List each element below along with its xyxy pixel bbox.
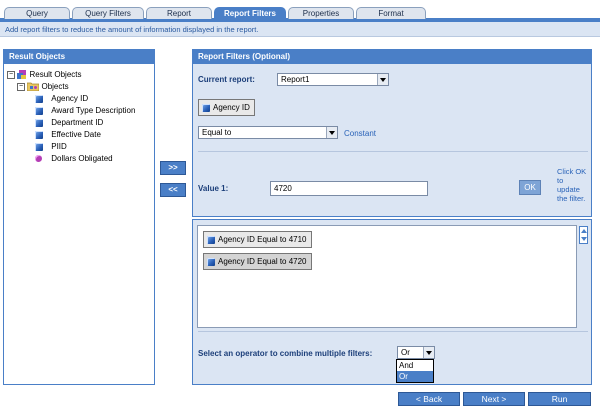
dimension-cube-icon — [35, 142, 43, 151]
collapse-icon[interactable]: − — [17, 82, 25, 91]
dimension-cube-icon — [207, 257, 215, 266]
dimension-cube-icon — [35, 130, 43, 139]
move-down-icon[interactable] — [581, 237, 587, 241]
divider — [198, 331, 588, 332]
filter-item-selected[interactable]: Agency ID Equal to 4720 — [203, 253, 312, 270]
remove-filter-button[interactable]: << — [160, 183, 186, 197]
add-filter-button[interactable]: >> — [160, 161, 186, 175]
filters-list: Agency ID Equal to 4710 Agency ID Equal … — [197, 225, 577, 328]
tree-folder-label: Objects — [41, 82, 69, 91]
dimension-cube-icon — [207, 235, 215, 244]
tab-query[interactable]: Query — [4, 7, 70, 19]
dimension-cube-icon — [35, 94, 43, 103]
operator-value: Equal to — [202, 128, 232, 137]
tab-query-filters[interactable]: Query Filters — [72, 7, 144, 19]
filter-item[interactable]: Agency ID Equal to 4710 — [203, 231, 312, 248]
dropdown-option-and[interactable]: And — [397, 360, 433, 371]
tab-report[interactable]: Report — [146, 7, 212, 19]
tree-item[interactable]: Award Type Description — [35, 105, 135, 117]
tree-item[interactable]: Dollars Obligated — [35, 153, 113, 165]
value1-input[interactable]: 4720 — [270, 181, 428, 196]
collapse-icon[interactable]: − — [7, 70, 15, 79]
chevron-down-icon[interactable] — [377, 74, 388, 85]
tree-folder[interactable]: − Objects — [17, 81, 69, 93]
chevron-down-icon[interactable] — [326, 127, 337, 138]
tab-format[interactable]: Format — [356, 7, 426, 19]
combine-operator-label: Select an operator to combine multiple f… — [198, 349, 373, 358]
tree-item-label: Dollars Obligated — [51, 154, 113, 163]
divider — [198, 151, 588, 152]
run-button[interactable]: Run — [528, 392, 591, 406]
tab-bar: Query Query Filters Report Report Filter… — [0, 0, 600, 22]
dropdown-option-or[interactable]: Or — [397, 371, 433, 382]
combine-operator-dropdown: And Or — [396, 359, 434, 383]
operator-select[interactable]: Equal to — [198, 126, 338, 139]
filter-item-label: Agency ID Equal to 4710 — [218, 235, 307, 244]
tab-properties[interactable]: Properties — [288, 7, 354, 19]
tree-item[interactable]: Effective Date — [35, 129, 101, 141]
result-objects-panel: Result Objects − Result Objects − Object… — [3, 49, 155, 385]
back-button[interactable]: < Back — [398, 392, 460, 406]
current-report-value: Report1 — [281, 75, 310, 84]
filter-item-label: Agency ID Equal to 4720 — [218, 257, 307, 266]
tab-report-filters[interactable]: Report Filters — [214, 7, 286, 19]
ok-button[interactable]: OK — [519, 180, 541, 195]
report-filters-panel: Report Filters (Optional) Current report… — [192, 49, 592, 217]
value1-label: Value 1: — [198, 184, 229, 193]
tree-item-label: Agency ID — [51, 94, 89, 103]
constant-link[interactable]: Constant — [344, 129, 376, 138]
next-button[interactable]: Next > — [463, 392, 525, 406]
tree-item[interactable]: Department ID — [35, 117, 103, 129]
tree-item-label: Effective Date — [51, 130, 101, 139]
current-report-select[interactable]: Report1 — [277, 73, 389, 86]
result-objects-header: Result Objects — [4, 50, 154, 64]
combine-operator-value: Or — [401, 348, 410, 357]
reorder-control[interactable] — [579, 226, 588, 244]
chevron-down-icon[interactable] — [423, 347, 434, 358]
measure-dot-icon — [35, 155, 42, 163]
dimension-cube-icon — [202, 103, 210, 112]
dimension-cube-icon — [35, 106, 43, 115]
move-up-icon[interactable] — [581, 229, 587, 233]
tree-item[interactable]: PIID — [35, 141, 67, 153]
tree-item-label: Award Type Description — [51, 106, 136, 115]
combine-operator-select[interactable]: Or — [397, 346, 435, 359]
current-report-label: Current report: — [198, 75, 255, 84]
tree-item-label: Department ID — [51, 118, 104, 127]
filters-list-panel: Agency ID Equal to 4710 Agency ID Equal … — [192, 219, 592, 385]
result-objects-icon — [17, 70, 27, 80]
report-filters-header: Report Filters (Optional) — [193, 50, 591, 64]
tree-item-label: PIID — [51, 142, 67, 151]
tree-item[interactable]: Agency ID — [35, 93, 88, 105]
folder-icon — [26, 82, 40, 92]
tree-root[interactable]: − Result Objects — [7, 69, 82, 81]
filter-object-label: Agency ID — [213, 103, 250, 112]
filter-object-button[interactable]: Agency ID — [198, 99, 255, 116]
dimension-cube-icon — [35, 118, 43, 127]
info-bar: Add report filters to reduce the amount … — [0, 22, 600, 37]
tree-root-label: Result Objects — [29, 70, 82, 79]
ok-hint: Click OK to update the filter. — [557, 167, 587, 203]
